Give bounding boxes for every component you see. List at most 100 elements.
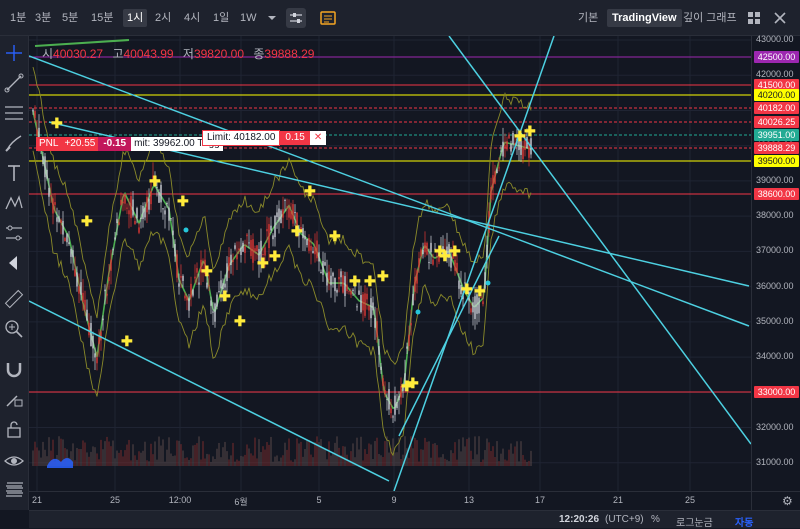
time-axis[interactable]: 21 25 12:00 6월 5 9 13 17 21 25 [29, 491, 751, 510]
volume-bar [422, 449, 424, 466]
candle-body [310, 245, 312, 251]
log-scale-toggle[interactable]: 로그눈금 [676, 514, 713, 529]
candle-body [96, 357, 98, 364]
grid-icon[interactable] [744, 8, 764, 28]
fib-icon[interactable] [3, 102, 25, 124]
price-chart[interactable]: ✚✚✚✚✚✚✚✚✚ ✚✚✚✚✚ ✚ ✚✚✚✚✚✚✚ ✚✚✚ [29, 36, 751, 491]
limit-close-icon[interactable]: ✕ [309, 131, 327, 145]
volume-bar [514, 446, 516, 466]
volume-bar [170, 453, 172, 466]
volume-bar [370, 444, 372, 466]
price-axis[interactable]: 43000.0042000.0041000.0040000.0039000.00… [751, 34, 800, 491]
price-tick: 34000.00 [756, 351, 794, 362]
back-arrow-icon[interactable] [3, 252, 25, 274]
pnl-order-box[interactable]: PNL +20.55 -0.15 mit: 39962.00 Trigg [36, 137, 223, 151]
volume-bar [516, 441, 518, 466]
volume-bar [508, 449, 510, 466]
volume-bar [92, 446, 94, 466]
volume-bar [478, 436, 480, 466]
volume-bar [140, 452, 142, 466]
volume-bar [226, 451, 228, 466]
limit-order-box[interactable]: Limit: 40182.00 0.15 ✕ [202, 130, 327, 146]
candle-body [342, 275, 344, 293]
chart-type-dropdown-icon[interactable] [262, 8, 282, 28]
volume-bar [136, 459, 138, 466]
price-tick: 31000.00 [756, 456, 794, 467]
candle-body [276, 212, 278, 218]
buy-signal-marker: ✚ [149, 173, 161, 189]
brush-icon[interactable] [3, 132, 25, 154]
candle-body [140, 217, 142, 220]
timeframe-1w[interactable]: 1W [236, 9, 261, 27]
candle-body [416, 270, 418, 284]
tab-basic[interactable]: 기본 [573, 9, 603, 27]
volume-bar [330, 455, 332, 466]
volume-bar [280, 457, 282, 466]
indicators-icon[interactable] [286, 8, 306, 28]
timeframe-4h[interactable]: 4시 [180, 9, 204, 27]
magnet-icon[interactable] [3, 358, 25, 380]
timeframe-3m[interactable]: 3분 [31, 9, 55, 27]
volume-bar [296, 438, 298, 466]
pattern-icon[interactable] [3, 192, 25, 214]
eye-icon[interactable] [3, 450, 25, 472]
crosshair-icon[interactable] [3, 42, 25, 64]
lock-icon[interactable] [3, 418, 25, 440]
volume-bar [460, 451, 462, 466]
candle-body [280, 210, 282, 224]
volume-bar [146, 460, 148, 466]
candle-body [170, 218, 172, 220]
volume-bar [168, 437, 170, 466]
tab-tradingview[interactable]: TradingView [607, 9, 682, 27]
volume-bar [106, 436, 108, 466]
timezone[interactable]: (UTC+9) [605, 514, 644, 525]
close-icon[interactable] [770, 8, 790, 28]
volume-bar [350, 451, 352, 466]
chart-settings-icon[interactable] [318, 8, 338, 28]
candle-body [158, 192, 160, 203]
volume-bar [194, 444, 196, 466]
candle-body [134, 221, 136, 225]
price-tick: 43000.00 [756, 34, 794, 44]
collapse-panel-icon[interactable] [4, 477, 26, 499]
volume-bar [184, 458, 186, 466]
lock-draw-icon[interactable] [3, 388, 25, 410]
timeframe-5m[interactable]: 5분 [58, 9, 82, 27]
candle-body [392, 416, 394, 418]
candle-body [372, 302, 374, 311]
zoom-icon[interactable] [3, 318, 25, 340]
text-icon[interactable] [3, 162, 25, 184]
candle-body [478, 297, 480, 314]
timeframe-1m[interactable]: 1분 [6, 9, 30, 27]
measure-icon[interactable] [3, 222, 25, 244]
percent-toggle[interactable]: % [651, 514, 660, 525]
volume-bar [78, 449, 80, 466]
buy-signal-marker: ✚ [329, 228, 341, 244]
volume-bar [424, 437, 426, 466]
timeframe-1h[interactable]: 1시 [123, 9, 148, 27]
volume-bar [42, 441, 44, 466]
candle-body [70, 249, 72, 257]
candle-body [66, 233, 68, 243]
candle-body [360, 295, 362, 313]
axis-settings-icon[interactable]: ⚙ [782, 494, 793, 508]
buy-signal-marker: ✚ [474, 283, 486, 299]
candle-body [150, 190, 152, 205]
candle-body [252, 239, 254, 263]
volume-bar [308, 440, 310, 466]
trendline-icon[interactable] [3, 72, 25, 94]
ruler-icon[interactable] [3, 288, 25, 310]
candle-body [328, 271, 330, 281]
candle-body [180, 276, 182, 278]
low-label: 저 [182, 47, 194, 61]
tab-depth-chart[interactable]: 깊이 그래프 [678, 9, 742, 27]
candle-body [384, 390, 386, 394]
timeframe-1d[interactable]: 1일 [209, 9, 233, 27]
timeframe-2h[interactable]: 2시 [151, 9, 175, 27]
candle-body [50, 195, 52, 197]
candle-body [236, 254, 238, 260]
auto-scale-toggle[interactable]: 자동 [735, 514, 753, 529]
candle-body [348, 290, 350, 292]
signal-dot [485, 280, 491, 286]
timeframe-15m[interactable]: 15분 [87, 9, 117, 27]
